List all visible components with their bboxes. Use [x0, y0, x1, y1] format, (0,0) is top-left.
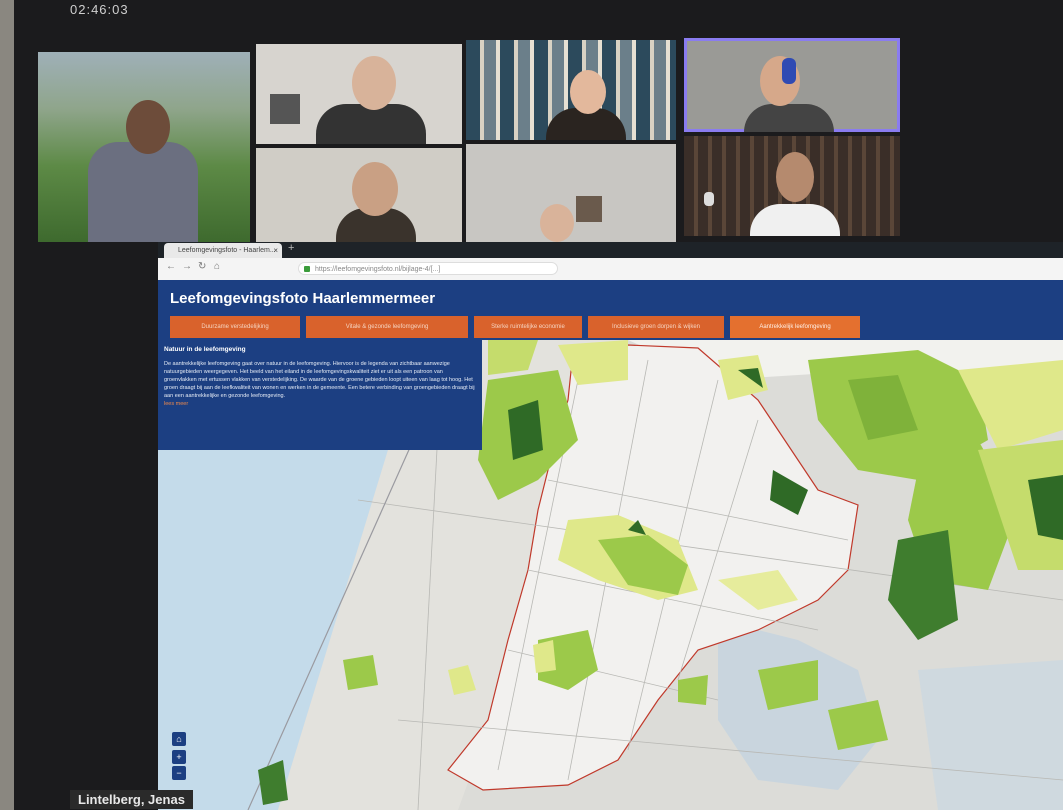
- video-tile-participant-6[interactable]: [466, 144, 676, 242]
- menu-item-vitale-leefomgeving[interactable]: Vitale & gezonde leefomgeving: [306, 316, 468, 338]
- browser-tab-bar: Leefomgevingsfoto - Haarlem... × +: [158, 242, 1063, 258]
- green-area-dark: [508, 400, 543, 460]
- reload-icon[interactable]: ↻: [198, 261, 206, 272]
- tab-title: Leefomgevingsfoto - Haarlem...: [178, 247, 276, 254]
- video-tile-participant-7[interactable]: [684, 136, 900, 236]
- video-tile-active-speaker[interactable]: [684, 38, 900, 132]
- url-input[interactable]: https://leefomgevingsfoto.nl/bijlage-4/[…: [298, 262, 558, 275]
- microphone-muted-icon: [704, 192, 714, 206]
- lake-area: [918, 660, 1063, 810]
- green-area-mid: [343, 655, 378, 690]
- meeting-timer: 02:46:03: [70, 2, 129, 17]
- video-tile-participant-2[interactable]: [256, 44, 462, 144]
- new-tab-icon[interactable]: +: [288, 242, 294, 254]
- address-bar: ← → ↻ ⌂ https://leefomgevingsfoto.nl/bij…: [158, 258, 1063, 281]
- video-tile-participant-1[interactable]: [38, 52, 250, 242]
- monitor-bezel: [0, 0, 14, 810]
- participant-avatar: [316, 104, 426, 144]
- green-area-light: [533, 640, 556, 673]
- info-panel: Natuur in de leefomgeving De aantrekkeli…: [158, 340, 482, 450]
- green-area-mid: [678, 675, 708, 705]
- participant-name-label: Lintelberg, Jenas: [70, 790, 193, 809]
- participant-avatar: [750, 204, 840, 236]
- zoom-in-icon[interactable]: +: [172, 750, 186, 764]
- info-panel-body: De aantrekkelijke leefomgeving gaat over…: [164, 361, 475, 399]
- video-gallery: [34, 36, 904, 246]
- lock-icon: [304, 266, 310, 272]
- forward-icon[interactable]: →: [182, 261, 192, 272]
- close-icon[interactable]: ×: [273, 243, 278, 258]
- wall-picture: [270, 94, 300, 124]
- zoom-out-icon[interactable]: −: [172, 766, 186, 780]
- participant-face: [126, 100, 170, 154]
- browser-tab[interactable]: Leefomgevingsfoto - Haarlem... ×: [164, 243, 282, 258]
- home-icon[interactable]: ⌂: [172, 732, 186, 746]
- menu-item-inclusieve-wijken[interactable]: Inclusieve groen dorpen & wijken: [588, 316, 724, 338]
- map-view[interactable]: Natuur in de leefomgeving De aantrekkeli…: [158, 340, 1063, 810]
- menu-item-duurzame-verstedelijking[interactable]: Duurzame verstedelijking: [170, 316, 300, 338]
- participant-face: [570, 70, 606, 114]
- url-text: https://leefomgevingsfoto.nl/bijlage-4/[…: [315, 266, 441, 273]
- read-more-link[interactable]: lees meer: [164, 401, 188, 407]
- participant-face: [776, 152, 814, 202]
- participant-avatar: [744, 104, 834, 132]
- video-tile-participant-3[interactable]: [466, 40, 676, 140]
- wall-picture: [576, 196, 602, 222]
- info-panel-heading: Natuur in de leefomgeving: [164, 346, 246, 353]
- video-tile-participant-5[interactable]: [256, 148, 462, 242]
- menu-item-aantrekkelijk-leefomgeving[interactable]: Aantrekkelijk leefomgeving: [730, 316, 860, 338]
- participant-face: [352, 162, 398, 216]
- home-icon[interactable]: ⌂: [214, 261, 220, 272]
- participant-avatar: [88, 142, 198, 242]
- headphones-icon: [782, 58, 796, 84]
- monitor-screen: 02:46:03 Leefomgevingsfoto - Haarlem... …: [0, 0, 1063, 810]
- shared-browser-window: Leefomgevingsfoto - Haarlem... × + ← → ↻…: [158, 242, 1063, 810]
- back-icon[interactable]: ←: [166, 261, 176, 272]
- site-title: Leefomgevingsfoto Haarlemmermeer: [170, 290, 436, 307]
- menu-item-sterke-economie[interactable]: Sterke ruimtelijke economie: [474, 316, 582, 338]
- site-header: Leefomgevingsfoto Haarlemmermeer Duurzam…: [158, 280, 1063, 340]
- participant-face: [540, 204, 574, 242]
- participant-face: [352, 56, 396, 110]
